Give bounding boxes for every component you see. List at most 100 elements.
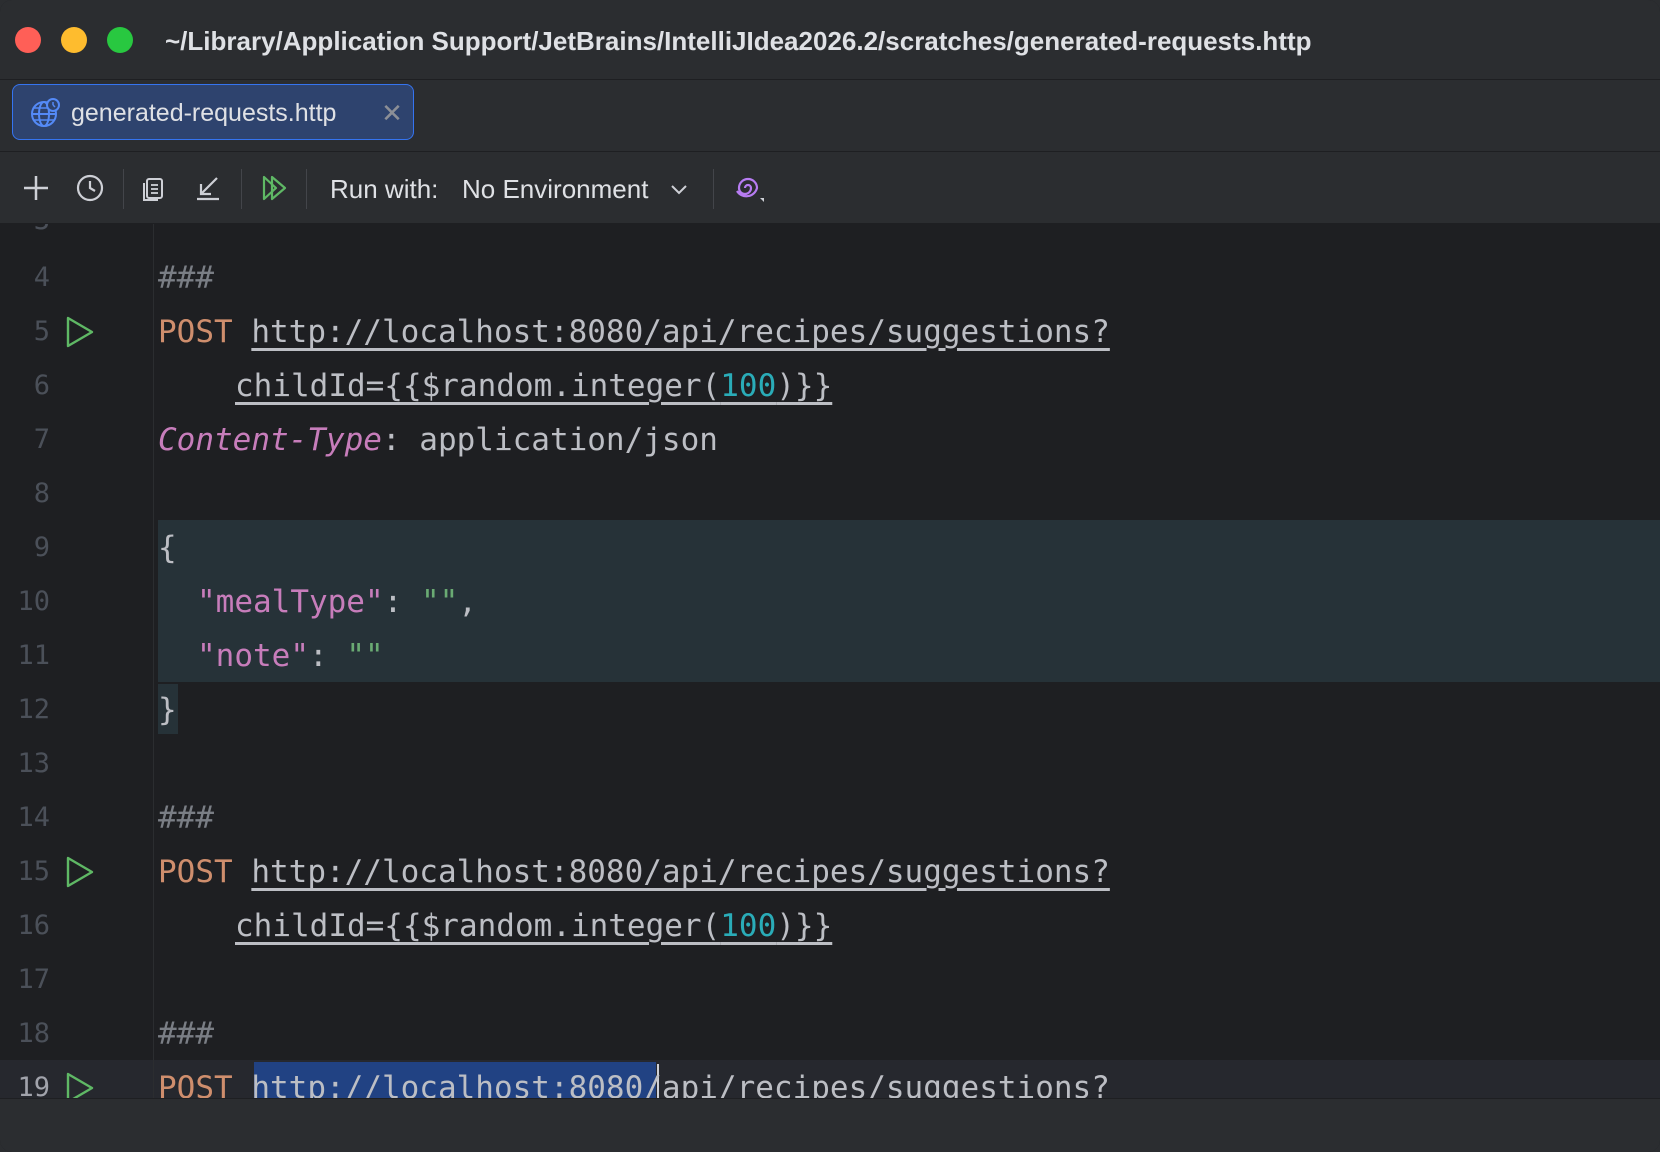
line-number: 14 [17, 802, 50, 833]
close-tab-icon[interactable]: ✕ [378, 99, 406, 127]
code-text: POST http://localhost:8080/api/recipes/s… [158, 1061, 1110, 1098]
code-text: ### [158, 251, 214, 305]
line-number: 7 [33, 424, 50, 455]
tab-generated-requests[interactable]: generated-requests.http ✕ [12, 84, 414, 140]
ide-window: ~/Library/Application Support/JetBrains/… [0, 0, 1660, 1152]
zoom-window-button[interactable] [107, 27, 133, 53]
line-number: 4 [33, 262, 50, 293]
code-line: 17 [0, 953, 1660, 1007]
toolbar-divider [241, 169, 242, 209]
line-number: 16 [17, 910, 50, 941]
code-text: "note": "" [197, 629, 384, 683]
line-number: 3 [0, 224, 50, 248]
separator-comment: ### [158, 800, 214, 836]
copy-icon[interactable] [137, 170, 173, 206]
run-request-icon[interactable] [62, 855, 96, 889]
number-literal: 100 [720, 368, 777, 404]
code-text: { [158, 530, 177, 566]
code-text: ### [158, 791, 214, 845]
code-line: 19 POST http://localhost:8080/api/recipe… [0, 1061, 1660, 1098]
http-globe-icon [29, 97, 61, 129]
number-literal: 100 [720, 908, 777, 944]
http-method: POST [158, 314, 233, 350]
code-line: 13 [0, 737, 1660, 791]
url-continuation[interactable]: childId={{$random.integer(100)}} [235, 908, 832, 944]
close-window-button[interactable] [15, 27, 41, 53]
plus-icon[interactable] [18, 170, 54, 206]
spiral-icon[interactable] [730, 170, 766, 206]
json-string: "" [420, 584, 459, 620]
header-separator: : [381, 422, 420, 458]
code-line: 7 Content-Type: application/json [0, 413, 1660, 467]
toolbar-divider [123, 169, 124, 209]
code-line: 6 childId={{$random.integer(100)}} [0, 359, 1660, 413]
title-bar: ~/Library/Application Support/JetBrains/… [0, 0, 1660, 80]
code-text: childId={{$random.integer(100)}} [235, 359, 832, 413]
separator-comment: ### [158, 260, 214, 296]
chevron-down-icon [668, 178, 690, 200]
line-number: 6 [33, 370, 50, 401]
request-url[interactable]: http://localhost:8080/api/recipes/sugges… [251, 314, 1110, 350]
request-url[interactable]: http://localhost:8080/api/recipes/sugges… [251, 854, 1110, 890]
json-key: "note" [197, 638, 309, 674]
line-number: 8 [33, 478, 50, 509]
code-line: 9 { [0, 521, 1660, 575]
code-line: 10 "mealType": "", [0, 575, 1660, 629]
code-line: 11 "note": "" [0, 629, 1660, 683]
minimize-window-button[interactable] [61, 27, 87, 53]
run-request-icon[interactable] [62, 1071, 96, 1098]
environment-value: No Environment [462, 174, 649, 204]
line-number: 12 [17, 694, 50, 725]
code-text: Content-Type: application/json [158, 413, 718, 467]
editor-tab-bar: generated-requests.http ✕ [0, 80, 1660, 152]
code-line: 12 } [0, 683, 1660, 737]
line-number: 11 [17, 640, 50, 671]
code-line: 5 POST http://localhost:8080/api/recipes… [0, 305, 1660, 359]
code-text: } [158, 692, 177, 728]
import-arrow-icon[interactable] [190, 170, 226, 206]
line-number: 19 [17, 1072, 50, 1098]
separator-comment: ### [158, 1016, 214, 1052]
url-continuation[interactable]: childId={{$random.integer(100)}} [235, 368, 832, 404]
url-part: childId={{$random.integer( [235, 368, 721, 404]
json-string: "" [346, 638, 384, 674]
clock-icon[interactable] [72, 170, 108, 206]
url-part: )}} [776, 368, 833, 404]
header-value: application/json [419, 422, 718, 458]
code-line: 3 [0, 224, 1660, 248]
code-text: childId={{$random.integer(100)}} [235, 899, 832, 953]
selected-url-part: http://localhost:8080 [251, 1070, 644, 1098]
line-number: 17 [17, 964, 50, 995]
request-url[interactable]: http://localhost:8080/api/recipes/sugges… [251, 1070, 1110, 1098]
json-comma: , [458, 584, 477, 620]
code-line: 4 ### [0, 251, 1660, 305]
bottom-panel-strip [0, 1098, 1660, 1152]
url-part: /api/recipes/suggestions? [643, 1070, 1110, 1098]
run-request-icon[interactable] [62, 315, 96, 349]
json-separator: : [308, 638, 347, 674]
line-number: 5 [33, 316, 50, 347]
code-line: 18 ### [0, 1007, 1660, 1061]
http-method: POST [158, 1070, 233, 1098]
toolbar-divider [713, 169, 714, 209]
http-client-toolbar: Run with: No Environment [0, 152, 1660, 224]
json-key: "mealType" [197, 584, 384, 620]
window-title: ~/Library/Application Support/JetBrains/… [165, 26, 1312, 56]
toolbar-divider [306, 169, 307, 209]
line-number: 9 [33, 532, 50, 563]
run-with-label: Run with: [330, 174, 439, 204]
url-part: )}} [776, 908, 833, 944]
line-number: 15 [17, 856, 50, 887]
code-editor[interactable]: 3 4 ### 5 POST http://localhost:8080/api… [0, 224, 1660, 1098]
code-text: POST http://localhost:8080/api/recipes/s… [158, 845, 1110, 899]
run-all-icon[interactable] [256, 170, 292, 206]
header-name: Content-Type [158, 422, 382, 458]
code-text: "mealType": "", [197, 575, 477, 629]
code-text: ### [158, 1007, 214, 1061]
environment-select[interactable]: No Environment [456, 170, 696, 208]
code-line: 16 childId={{$random.integer(100)}} [0, 899, 1660, 953]
code-line: 14 ### [0, 791, 1660, 845]
line-number: 18 [17, 1018, 50, 1049]
code-line: 15 POST http://localhost:8080/api/recipe… [0, 845, 1660, 899]
line-number: 13 [17, 748, 50, 779]
